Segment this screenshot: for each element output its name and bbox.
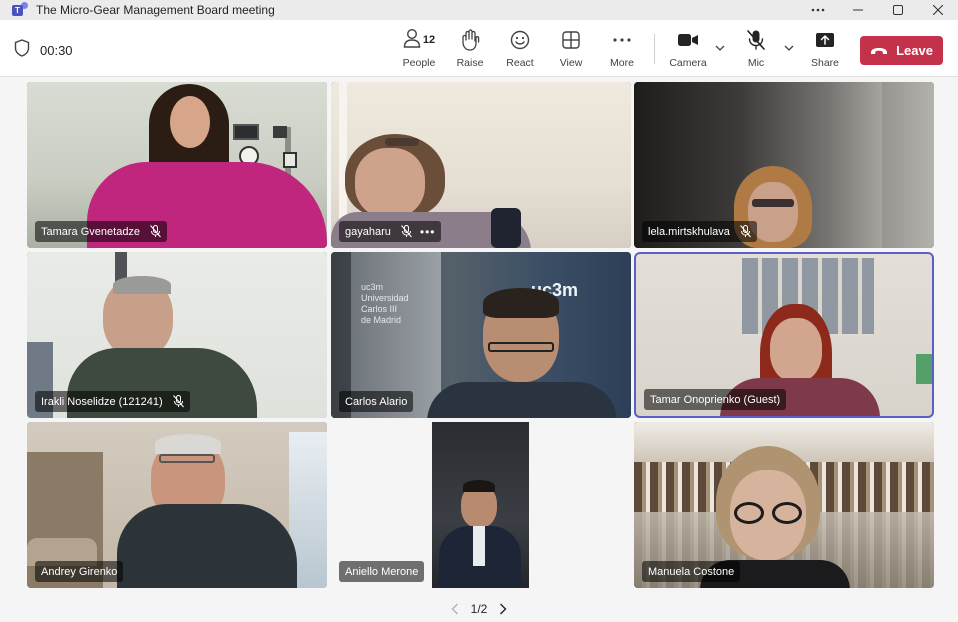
react-label: React — [506, 57, 534, 69]
people-count: 12 — [422, 34, 436, 46]
video-tile[interactable]: Tamar Onoprienko (Guest) — [636, 254, 932, 416]
more-options-icon[interactable] — [798, 0, 838, 20]
window-titlebar: T The Micro-Gear Management Board meetin… — [0, 0, 958, 20]
meeting-timer: 00:30 — [14, 39, 73, 62]
mic-off-icon — [400, 225, 412, 238]
participant-more-icon[interactable]: ••• — [420, 225, 436, 239]
mic-off-icon — [740, 225, 751, 238]
video-tile[interactable]: Manuela Costone — [634, 422, 934, 588]
more-label: More — [610, 57, 634, 69]
video-grid: Tamara Gvenetadze gayaharu ••• lela.mirt… — [0, 78, 958, 598]
video-tile[interactable]: Tamara Gvenetadze — [27, 82, 327, 248]
participant-name: lela.mirtskhulava — [648, 225, 730, 238]
camera-label: Camera — [669, 57, 707, 69]
leave-button[interactable]: Leave — [860, 36, 943, 65]
participant-name-tag: Aniello Merone — [339, 561, 425, 582]
hand-icon — [460, 28, 480, 52]
person-icon — [403, 28, 421, 53]
video-camera-icon — [677, 28, 699, 52]
share-button[interactable]: Share — [803, 28, 847, 72]
mic-button[interactable]: Mic — [734, 28, 778, 72]
video-tile[interactable]: gayaharu ••• — [331, 82, 631, 248]
video-tile[interactable]: Irakli Noselidze (121241) — [27, 252, 327, 418]
people-button[interactable]: 12 People — [397, 28, 441, 72]
participant-name: Irakli Noselidze (121241) — [41, 395, 163, 408]
view-label: View — [559, 57, 583, 69]
shield-icon — [14, 39, 30, 62]
toolbar-divider — [654, 34, 655, 64]
smiley-icon — [510, 28, 530, 52]
camera-button[interactable]: Camera — [666, 28, 710, 72]
people-label: People — [402, 57, 436, 69]
mic-off-icon — [150, 225, 161, 238]
participant-name-tag: Irakli Noselidze (121241) — [35, 391, 190, 412]
participant-name: Manuela Costone — [648, 565, 735, 578]
participant-name: Andrey Girenko — [41, 565, 118, 578]
window-controls — [798, 0, 958, 20]
page-indicator: 1/2 — [470, 602, 488, 616]
participant-name: Tamar Onoprienko (Guest) — [650, 393, 781, 406]
close-icon[interactable] — [918, 0, 958, 20]
meeting-timer-text: 00:30 — [40, 43, 73, 58]
participant-name: Aniello Merone — [345, 565, 419, 578]
ellipsis-icon — [613, 28, 631, 52]
window-title: The Micro-Gear Management Board meeting — [36, 3, 275, 17]
react-button[interactable]: React — [498, 28, 542, 72]
participant-name-tag: Andrey Girenko — [35, 561, 124, 582]
raise-label: Raise — [456, 57, 484, 69]
participant-name-tag: lela.mirtskhulava — [642, 221, 757, 242]
participant-name: Tamara Gvenetadze — [41, 225, 141, 238]
share-label: Share — [810, 57, 840, 69]
view-button[interactable]: View — [549, 28, 593, 72]
participant-name-tag: Tamar Onoprienko (Guest) — [644, 389, 787, 410]
participant-name-tag: Manuela Costone — [642, 561, 741, 582]
share-screen-icon — [815, 28, 835, 52]
mic-off-icon — [172, 395, 184, 408]
video-tile[interactable]: lela.mirtskhulava — [634, 82, 934, 248]
previous-page-chevron-icon[interactable] — [445, 599, 465, 619]
more-button[interactable]: More — [600, 28, 644, 72]
mic-muted-icon — [746, 28, 766, 52]
video-tile[interactable]: uc3m Universidad Carlos III de Madrid uc3m… — [331, 252, 631, 418]
raise-hand-button[interactable]: Raise — [448, 28, 492, 72]
participant-name-tag: gayaharu ••• — [339, 221, 442, 242]
participant-name: Carlos Alario — [345, 395, 408, 408]
maximize-icon[interactable] — [878, 0, 918, 20]
minimize-icon[interactable] — [838, 0, 878, 20]
next-page-chevron-icon[interactable] — [493, 599, 513, 619]
mic-label: Mic — [747, 57, 765, 69]
video-tile[interactable]: Aniello Merone — [331, 422, 631, 588]
participant-name-tag: Tamara Gvenetadze — [35, 221, 168, 242]
grid-view-icon — [562, 28, 580, 52]
video-tile[interactable]: Andrey Girenko — [27, 422, 327, 588]
participant-name: gayaharu — [345, 225, 391, 238]
pagination: 1/2 — [0, 598, 958, 620]
participant-name-tag: Carlos Alario — [339, 391, 414, 412]
camera-options-chevron-icon[interactable] — [713, 41, 727, 55]
mic-options-chevron-icon[interactable] — [782, 41, 796, 55]
teams-app-icon: T — [12, 2, 28, 18]
meeting-toolbar: 00:30 12 People Raise React View More Ca… — [0, 20, 958, 77]
hang-up-icon — [870, 43, 896, 58]
leave-label: Leave — [896, 43, 933, 58]
